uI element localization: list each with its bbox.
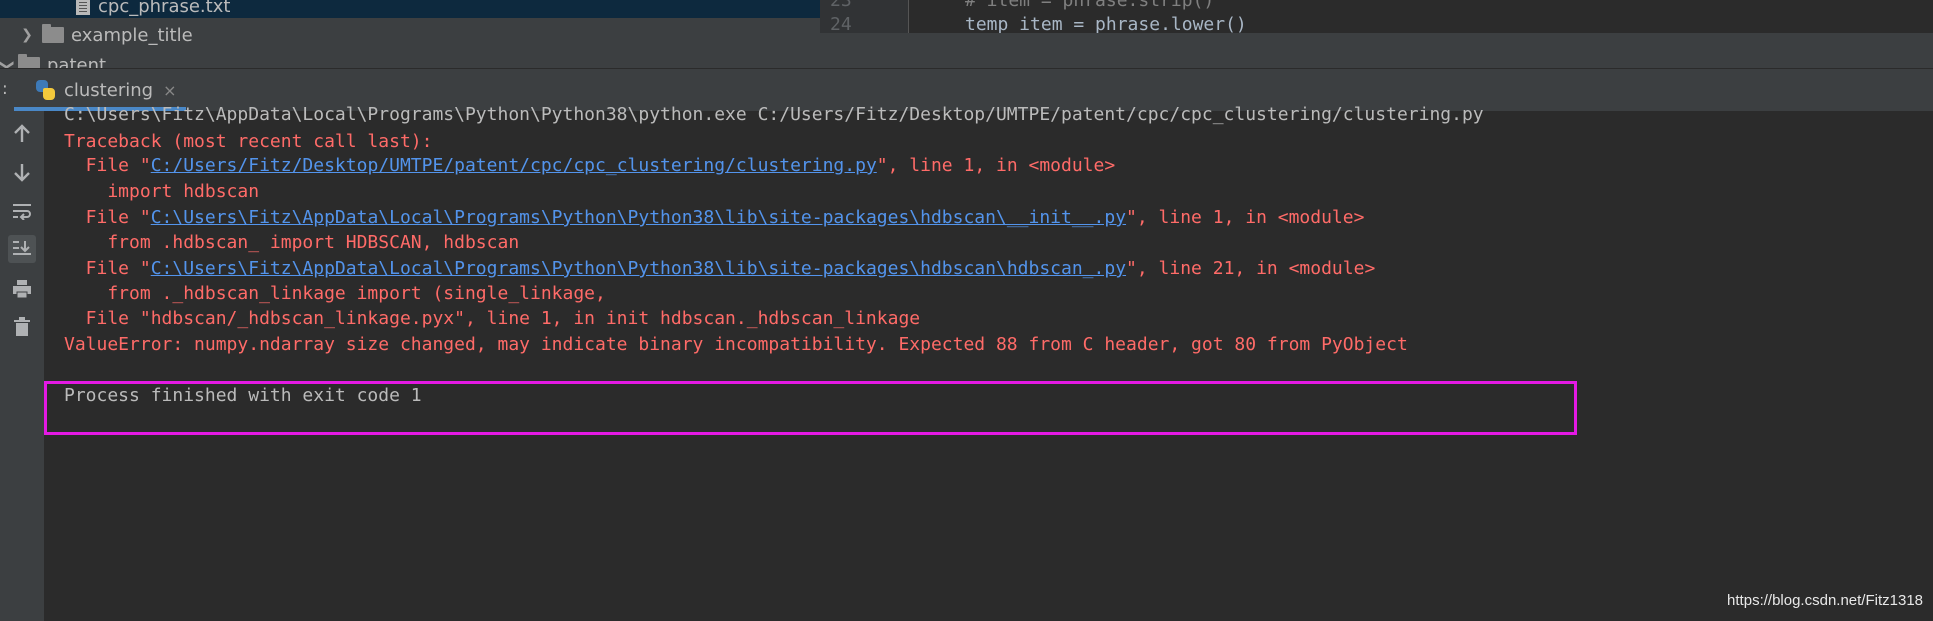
soft-wrap-icon[interactable] xyxy=(8,197,36,225)
frame-suffix: ", line 1, in <module> xyxy=(1126,207,1365,228)
frame-suffix: ", line 21, in <module> xyxy=(1126,258,1376,279)
print-icon[interactable] xyxy=(8,275,36,303)
line-number: 23 xyxy=(830,0,852,11)
line-number: 24 xyxy=(830,14,852,33)
editor-scroll-area xyxy=(820,33,1933,68)
frame-prefix: File " xyxy=(64,258,151,279)
folder-icon xyxy=(42,24,64,43)
chevron-down-icon[interactable]: ❯ xyxy=(0,58,15,68)
traceback-code: from .hdbscan_ import HDBSCAN, hdbscan xyxy=(64,232,520,253)
tree-item-label: example_title xyxy=(71,24,193,46)
traceback-header: Traceback (most recent call last): xyxy=(64,131,433,152)
frame-prefix: File " xyxy=(64,207,151,228)
console-command-line: C:\Users\Fitz\AppData\Local\Programs\Pyt… xyxy=(64,104,1484,125)
frame-prefix: File " xyxy=(64,155,151,176)
code-editor[interactable]: 23 # item = phrase.strip() 24 temp_item … xyxy=(820,0,1933,33)
text-file-icon xyxy=(76,0,90,15)
code-line[interactable]: temp_item = phrase.lower() xyxy=(965,14,1247,33)
python-icon xyxy=(34,79,56,101)
run-panel-label: : xyxy=(2,79,8,99)
error-highlight-box xyxy=(44,381,1577,435)
watermark: https://blog.csdn.net/Fitz1318 xyxy=(1727,592,1923,609)
tree-item-label: patent xyxy=(47,54,107,69)
file-link[interactable]: C:\Users\Fitz\AppData\Local\Programs\Pyt… xyxy=(151,258,1126,279)
error-message: ValueError: numpy.ndarray size changed, … xyxy=(64,334,1408,355)
chevron-right-icon[interactable]: ❯ xyxy=(16,27,38,43)
file-link[interactable]: C:/Users/Fitz/Desktop/UMTPE/patent/cpc/c… xyxy=(151,155,877,176)
traceback-code: from ._hdbscan_linkage import (single_li… xyxy=(64,283,606,304)
file-link[interactable]: C:\Users\Fitz\AppData\Local\Programs\Pyt… xyxy=(151,207,1126,228)
traceback-frame: File "C:\Users\Fitz\AppData\Local\Progra… xyxy=(64,207,1365,229)
project-tree: cpc_phrase.txt ❯ example_title ❯ patent xyxy=(0,0,820,68)
tree-item-label: cpc_phrase.txt xyxy=(98,0,231,17)
tree-item-example-title[interactable]: ❯ example_title xyxy=(16,23,193,47)
code-line[interactable]: # item = phrase.strip() xyxy=(965,0,1214,11)
frame-suffix: ", line 1, in <module> xyxy=(876,155,1116,176)
close-icon[interactable]: × xyxy=(163,81,176,100)
traceback-pyx-frame: File "hdbscan/_hdbscan_linkage.pyx", lin… xyxy=(64,308,921,329)
traceback-code: import hdbscan xyxy=(64,181,260,202)
tree-item-patent[interactable]: ❯ patent xyxy=(0,53,106,68)
tab-label: clustering xyxy=(64,79,154,101)
folder-icon xyxy=(18,54,40,68)
run-console-output[interactable]: C:\Users\Fitz\AppData\Local\Programs\Pyt… xyxy=(44,104,1933,621)
trash-icon[interactable] xyxy=(8,313,36,341)
traceback-frame: File "C:\Users\Fitz\AppData\Local\Progra… xyxy=(64,258,1376,280)
tree-item-cpc-phrase[interactable]: cpc_phrase.txt xyxy=(0,0,820,18)
console-toolbar xyxy=(0,111,44,621)
traceback-frame: File "C:/Users/Fitz/Desktop/UMTPE/patent… xyxy=(64,155,1116,177)
scroll-to-end-icon[interactable] xyxy=(8,235,36,263)
down-arrow-icon[interactable] xyxy=(8,158,36,186)
up-arrow-icon[interactable] xyxy=(8,120,36,148)
